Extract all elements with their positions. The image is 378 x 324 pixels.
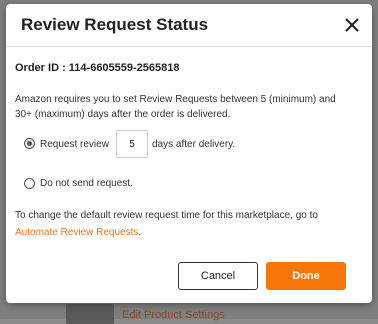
done-button[interactable]: Done [266, 262, 346, 290]
do-not-send-label: Do not send request. [40, 178, 133, 189]
background-product-thumbnail [66, 304, 114, 324]
modal-title: Review Request Status [21, 15, 209, 34]
cancel-button[interactable]: Cancel [178, 262, 258, 290]
marketplace-note: To change the default review request tim… [15, 207, 360, 241]
automate-review-requests-link[interactable]: Automate Review Requests [15, 227, 138, 238]
days-after-delivery-label: days after delivery. [152, 139, 236, 150]
review-request-modal: Review Request Status [6, 4, 372, 303]
background-edit-link: Edit Product Settings [122, 309, 225, 321]
close-icon[interactable] [342, 15, 362, 35]
request-review-label: Request review [40, 139, 109, 150]
days-input[interactable] [116, 130, 148, 158]
do-not-send-radio[interactable] [24, 178, 35, 189]
marketplace-note-text: To change the default review request tim… [15, 210, 318, 221]
marketplace-note-end: . [138, 227, 142, 238]
modal-header: Review Request Status [6, 4, 372, 47]
order-id-label: Order ID : 114-6605559-2565818 [15, 62, 180, 74]
request-review-radio[interactable] [24, 138, 35, 149]
review-requirement-description: Amazon requires you to set Review Reques… [15, 94, 336, 120]
